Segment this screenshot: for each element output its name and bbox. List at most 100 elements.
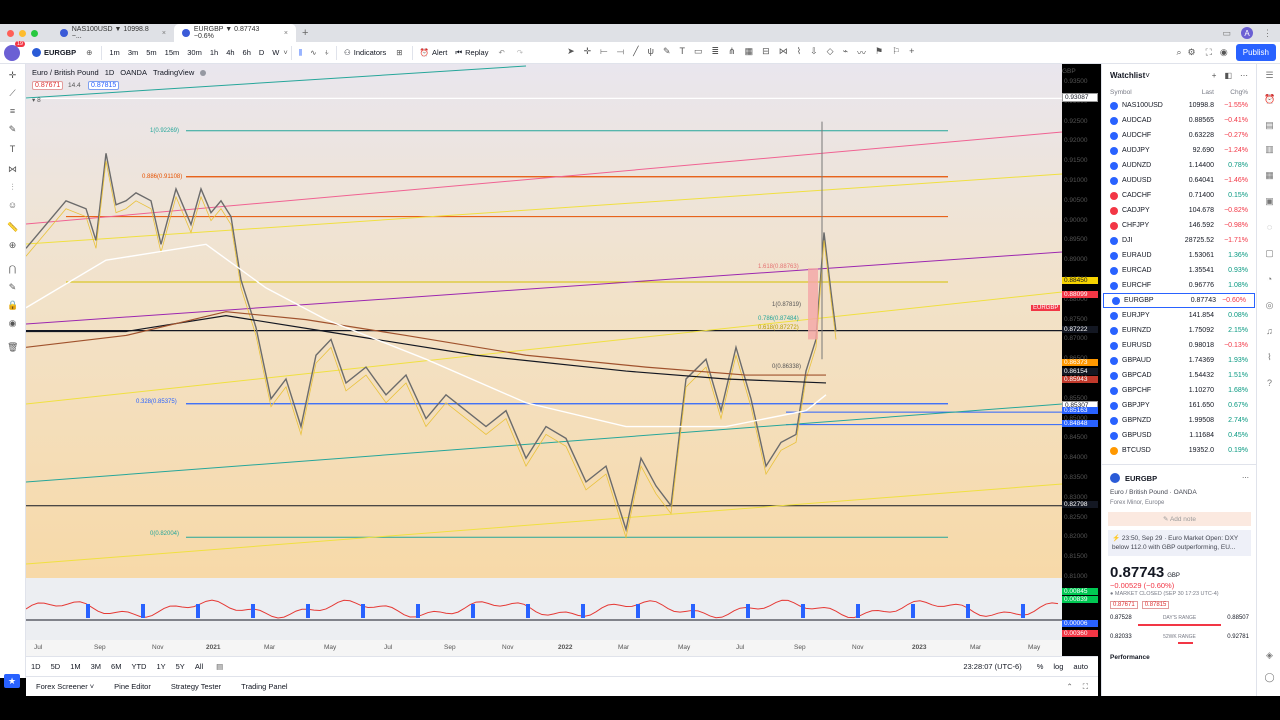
ask-price-box[interactable]: 0.87815 xyxy=(88,81,120,90)
interval-30m[interactable]: 30m xyxy=(183,48,206,57)
line-style-icon[interactable]: ∿ xyxy=(310,48,316,57)
watchlist-row[interactable]: NAS100USD 10998.8 −1.55% xyxy=(1102,98,1256,113)
ideas-bulb-icon[interactable]: ◌ xyxy=(1264,222,1275,233)
trend-line-tool-icon[interactable]: ⟋ xyxy=(7,88,18,99)
interval-1m[interactable]: 1m xyxy=(105,48,123,57)
search-icon[interactable]: ⌕ xyxy=(1176,47,1181,58)
snapshot-camera-icon[interactable]: ◉ xyxy=(1220,47,1228,58)
interval-W[interactable]: W xyxy=(268,48,283,57)
zoom-window-button[interactable] xyxy=(31,29,38,37)
price-chart[interactable]: Euro / British Pound 1D OANDA TradingVie… xyxy=(26,64,1098,656)
watchlist-row[interactable]: AUDNZD 1.14400 0.78% xyxy=(1102,158,1256,173)
log-scale-toggle[interactable]: log xyxy=(1053,662,1063,671)
alerts-clock-icon[interactable]: ⏰ xyxy=(1264,94,1275,105)
tab-nas100usd[interactable]: NAS100USD ▼ 10998.8 −... × xyxy=(52,24,174,42)
add-note-button[interactable]: ✎ Add note xyxy=(1108,512,1251,526)
cross-cursor-icon[interactable]: ✛ xyxy=(7,70,18,81)
pattern-tool-icon[interactable]: ⋈ xyxy=(7,164,18,175)
cursor-icon[interactable]: ➤ xyxy=(567,46,575,59)
profile-avatar[interactable]: A xyxy=(1241,27,1253,39)
fib-tool-icon[interactable]: ≡ xyxy=(7,106,18,117)
interval-15m[interactable]: 15m xyxy=(161,48,184,57)
calendar-icon[interactable]: ▦ xyxy=(1264,170,1275,181)
arrow-flag-icon[interactable]: ⚐ xyxy=(892,46,900,59)
watchlist-row[interactable]: GBPCHF 1.10270 1.68% xyxy=(1102,383,1256,398)
prediction-tool-icon[interactable]: ⫶ xyxy=(7,182,18,193)
watchlist-row[interactable]: AUDJPY 92.690 −1.24% xyxy=(1102,143,1256,158)
col-symbol[interactable]: Symbol xyxy=(1110,89,1150,96)
forecast-icon[interactable]: ⌇ xyxy=(797,46,801,59)
indicators-collapse[interactable]: ▾ 8 xyxy=(32,96,41,104)
flag-icon[interactable]: ⚑ xyxy=(875,46,883,59)
favorites-star-icon[interactable]: ★ xyxy=(4,674,20,688)
maximize-panel-icon[interactable]: ⛶ xyxy=(1083,682,1088,692)
watchlist-row[interactable]: GBPAUD 1.74369 1.93% xyxy=(1102,353,1256,368)
watchlist-row[interactable]: GBPUSD 1.11684 0.45% xyxy=(1102,428,1256,443)
watchlist-row[interactable]: DJI 28725.52 −1.71% xyxy=(1102,233,1256,248)
watchlist-row[interactable]: GBPCAD 1.54432 1.51% xyxy=(1102,368,1256,383)
replay-button[interactable]: ⏮ Replay xyxy=(451,48,492,58)
trash-icon[interactable]: 🗑 xyxy=(7,342,18,353)
watchlist-row[interactable]: AUDUSD 0.64041 −1.46% xyxy=(1102,173,1256,188)
percent-scale-toggle[interactable]: % xyxy=(1037,662,1044,671)
activity-icon[interactable]: ⌇ xyxy=(1264,352,1275,363)
interval-1h[interactable]: 1h xyxy=(206,48,222,57)
layouts-icon[interactable]: ⊞ xyxy=(396,48,402,57)
fullscreen-icon[interactable]: ⛶ xyxy=(1206,47,1212,58)
brush-icon[interactable]: ✎ xyxy=(663,46,671,59)
watchlist-row[interactable]: CHFJPY 146.592 −0.98% xyxy=(1102,218,1256,233)
fib-extension-icon[interactable]: ⋔ xyxy=(728,46,736,59)
range-6m[interactable]: 6M xyxy=(111,662,121,671)
minimize-window-button[interactable] xyxy=(19,29,26,37)
text-tool-icon[interactable]: T xyxy=(7,144,18,155)
text-tool-icon[interactable]: T xyxy=(680,46,686,59)
tab-close-icon[interactable]: × xyxy=(162,30,166,37)
range-ytd[interactable]: YTD xyxy=(131,662,146,671)
range-1m[interactable]: 1M xyxy=(70,662,80,671)
help-icon[interactable]: ? xyxy=(1264,378,1275,389)
clock-label[interactable]: 23:28:07 (UTC-6) xyxy=(963,662,1021,671)
more-intervals-icon[interactable]: ˅ xyxy=(283,48,287,57)
watchlist-row[interactable]: EURCHF 0.96776 1.08% xyxy=(1102,278,1256,293)
news-item[interactable]: ⚡ 23:50, Sep 29 · Euro Market Open: DXY … xyxy=(1108,530,1251,556)
col-last[interactable]: Last xyxy=(1150,89,1214,96)
help-circle-icon[interactable]: ◯ xyxy=(1264,672,1275,683)
streams-icon[interactable]: ◔ xyxy=(1264,274,1275,285)
chats-icon[interactable]: ▢ xyxy=(1264,248,1275,259)
watchlist-row[interactable]: CADCHF 0.71400 0.15% xyxy=(1102,188,1256,203)
advanced-view-icon[interactable]: ◧ xyxy=(1224,71,1232,80)
settings-gear-icon[interactable]: ⚙ xyxy=(1188,47,1196,58)
fib-retracement-icon[interactable]: ≣ xyxy=(712,46,720,59)
watchlist-icon[interactable]: ☰ xyxy=(1264,70,1275,81)
time-axis[interactable]: Jul Sep Nov 2021 Mar May Jul Sep Nov 2022 Mar May Ju… xyxy=(26,640,1062,656)
tab-strategy-tester[interactable]: Strategy Tester xyxy=(161,682,231,691)
shape-icon[interactable]: ◇ xyxy=(827,46,834,59)
auto-scale-toggle[interactable]: auto xyxy=(1073,662,1088,671)
range-3m[interactable]: 3M xyxy=(91,662,101,671)
horizontal-line-icon[interactable]: ⟝ xyxy=(600,46,607,59)
layers-icon[interactable]: ◈ xyxy=(1264,650,1275,661)
interval-4h[interactable]: 4h xyxy=(222,48,238,57)
add-tool-icon[interactable]: + xyxy=(909,46,914,59)
more-menu-icon[interactable]: ⋮ xyxy=(1263,28,1272,39)
date-range-picker-icon[interactable]: ▤ xyxy=(216,662,223,671)
watchlist-row[interactable]: EURJPY 141.854 0.08% xyxy=(1102,308,1256,323)
lock-drawings-icon[interactable]: ✎ xyxy=(7,282,18,293)
tab-eurgbp[interactable]: EURGBP ▼ 0.87743 −0.6% × xyxy=(174,24,296,42)
emoji-icon[interactable]: ☺ xyxy=(7,200,18,211)
notifications-bell-icon[interactable]: ♫ xyxy=(1264,326,1275,337)
range-1y[interactable]: 1Y xyxy=(156,662,165,671)
chart-canvas[interactable] xyxy=(26,64,1098,656)
interval-6h[interactable]: 6h xyxy=(239,48,255,57)
watchlist-row[interactable]: AUDCHF 0.63228 −0.27% xyxy=(1102,128,1256,143)
interval-3m[interactable]: 3m xyxy=(124,48,142,57)
redo-icon[interactable]: ↷ xyxy=(517,48,523,57)
arrow-down-icon[interactable]: ⇩ xyxy=(810,46,818,59)
ray-icon[interactable]: ⟞ xyxy=(617,46,624,59)
screen-share-icon[interactable]: ▭ xyxy=(1222,28,1231,39)
data-window-icon[interactable]: ▤ xyxy=(1264,120,1275,131)
brush-tool-icon[interactable]: ✎ xyxy=(7,124,18,135)
hotlist-icon[interactable]: ▥ xyxy=(1264,144,1275,155)
lock-icon[interactable]: 🔒 xyxy=(7,300,18,311)
alert-button[interactable]: ⏰ Alert xyxy=(416,48,452,57)
